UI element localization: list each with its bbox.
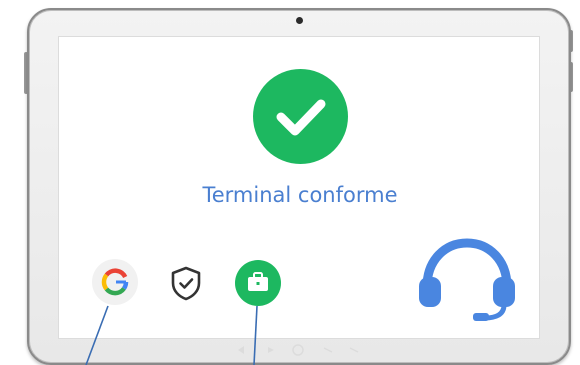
device-illustration: Terminal conforme [0, 0, 580, 365]
status-title: Terminal conforme [202, 183, 398, 207]
front-camera [296, 17, 303, 24]
work-briefcase-icon[interactable] [235, 260, 281, 306]
shield-check-icon[interactable] [163, 260, 209, 306]
check-circle-icon-graphic [276, 99, 326, 136]
headset-icon[interactable] [415, 233, 519, 323]
check-circle-icon [253, 69, 348, 164]
tablet-nav-bar [228, 343, 368, 357]
google-icon[interactable] [92, 259, 138, 305]
